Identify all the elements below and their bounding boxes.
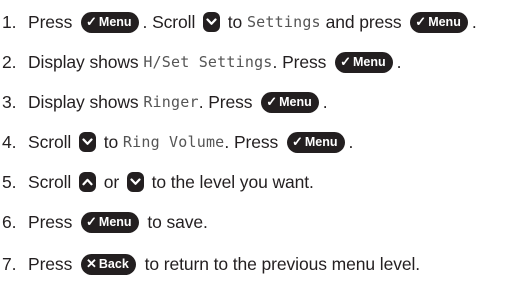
menu-key-label: Menu	[279, 95, 312, 109]
step-7: 7. Press ✕ Back to return to the previous…	[2, 248, 420, 280]
step-6: 6. Press ✓ Menu to save.	[2, 206, 208, 238]
check-icon: ✓	[86, 14, 97, 29]
check-icon: ✓	[340, 54, 351, 69]
menu-key-label: Menu	[98, 215, 132, 229]
display-text: H/Set Settings	[143, 53, 273, 71]
menu-key-label: Menu	[352, 55, 386, 69]
menu-key-label: Menu	[428, 15, 461, 29]
step-number: 6.	[2, 211, 17, 232]
step-number: 1.	[2, 11, 17, 32]
step-number: 4.	[2, 131, 17, 152]
display-text: Ringer	[143, 93, 199, 111]
step-text: Press	[28, 11, 73, 32]
step-1: 1. Press ✓ Menu . Scroll to Settings and …	[2, 6, 477, 38]
down-arrow-key-icon	[126, 172, 144, 192]
step-number: 5.	[2, 171, 17, 192]
step-number: 2.	[2, 51, 17, 72]
step-text: to the level you want.	[151, 171, 314, 192]
cross-icon: ✕	[86, 256, 97, 271]
step-text: Scroll	[28, 171, 72, 192]
step-text: .	[348, 131, 354, 152]
step-text: or	[103, 171, 120, 192]
check-icon: ✓	[291, 134, 303, 149]
step-text: and press	[325, 11, 402, 32]
step-text: .	[471, 11, 477, 32]
step-text: Display shows	[28, 91, 139, 112]
step-number: 7.	[2, 253, 17, 274]
step-text: to return to the previous menu level.	[144, 253, 421, 274]
menu-key-icon: ✓ Menu	[261, 91, 319, 113]
step-5: 5. Scroll or to the level you want.	[2, 166, 314, 198]
menu-key-icon: ✓ Menu	[335, 51, 393, 73]
step-text: . Press	[224, 131, 279, 152]
menu-key-label: Menu	[304, 135, 338, 149]
menu-key-label: Menu	[98, 15, 132, 29]
down-arrow-key-icon	[78, 132, 96, 152]
display-text: Settings	[246, 13, 321, 31]
step-text: Scroll	[28, 131, 72, 152]
step-text: . Press	[198, 91, 253, 112]
menu-key-icon: ✓ Menu	[81, 11, 139, 33]
check-icon: ✓	[266, 94, 278, 109]
step-text: Press	[28, 253, 73, 274]
back-key-label: Back	[98, 257, 129, 271]
check-icon: ✓	[86, 214, 97, 229]
step-text: to save.	[147, 211, 208, 232]
display-text: Ring Volume	[122, 133, 225, 151]
menu-key-icon: ✓ Menu	[81, 211, 139, 233]
step-text: . Scroll	[142, 11, 196, 32]
step-text: .	[396, 51, 402, 72]
step-4: 4. Scroll to Ring Volume . Press ✓ Menu .	[2, 126, 353, 158]
down-arrow-key-icon	[203, 12, 220, 32]
step-text: Press	[28, 211, 73, 232]
step-2: 2. Display shows H/Set Settings . Press …	[2, 46, 401, 78]
step-text: to	[103, 131, 119, 152]
menu-key-icon: ✓ Menu	[410, 11, 468, 33]
step-3: 3. Display shows Ringer . Press ✓ Menu .	[2, 86, 328, 118]
step-text: . Press	[272, 51, 327, 72]
menu-key-icon: ✓ Menu	[286, 131, 345, 153]
step-text: to	[227, 11, 243, 32]
step-text: .	[322, 91, 328, 112]
back-key-icon: ✕ Back	[81, 253, 136, 275]
step-text: Display shows	[28, 51, 139, 72]
step-number: 3.	[2, 91, 17, 112]
check-icon: ✓	[415, 14, 427, 29]
up-arrow-key-icon	[78, 172, 96, 192]
